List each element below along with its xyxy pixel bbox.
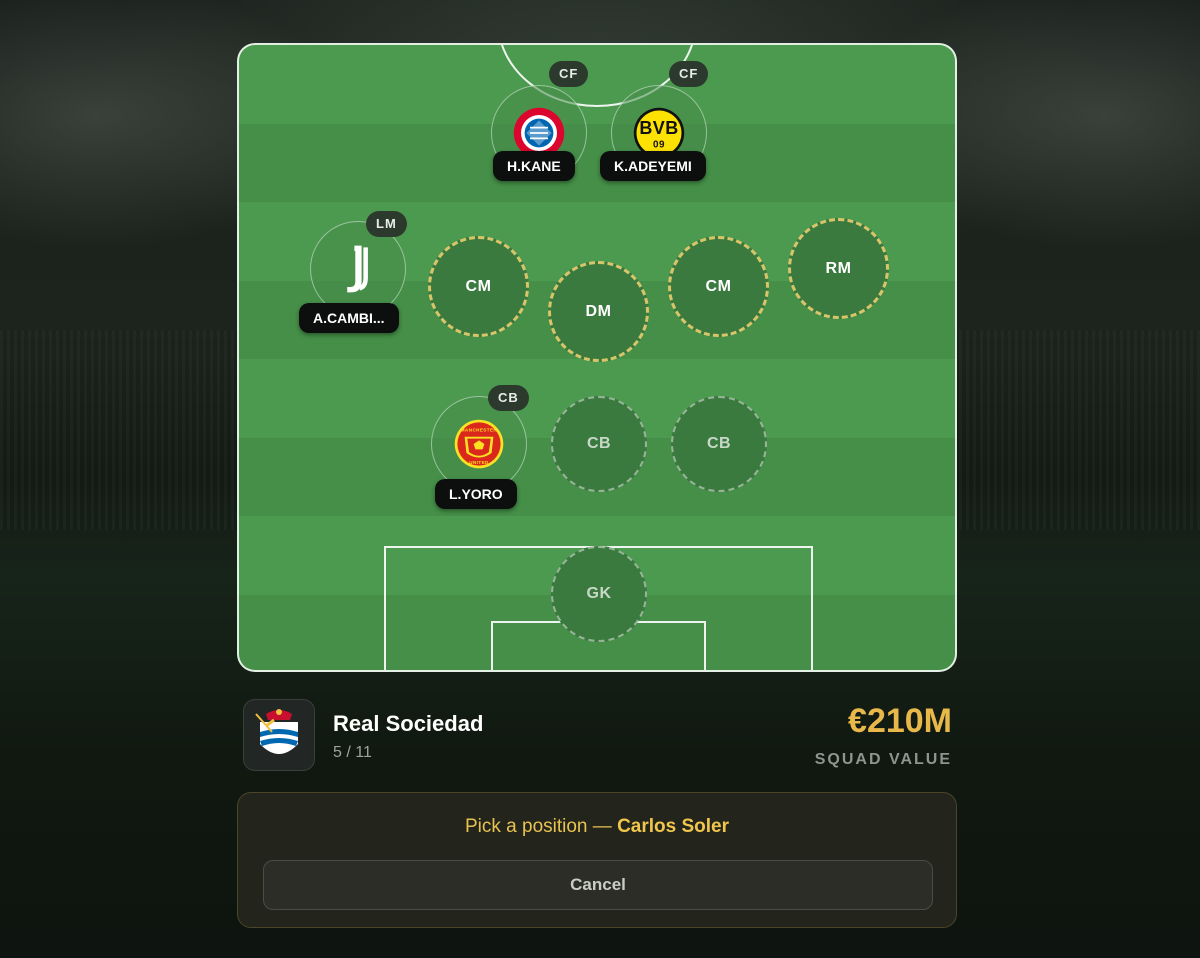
slot-cb-2[interactable]: CB	[551, 396, 647, 492]
slot-cm-2[interactable]: CM	[668, 236, 769, 337]
player-name-tag: H.KANE	[493, 151, 575, 181]
player-name-tag: K.ADEYEMI	[600, 151, 706, 181]
slot-cb-3[interactable]: CB	[671, 396, 767, 492]
position-badge: CF	[549, 61, 589, 87]
pick-position-prompt: Pick a position — Carlos Soler	[238, 816, 956, 838]
player-name-tag: A.CAMBI...	[299, 303, 399, 333]
squad-value-label: SQUAD VALUE	[814, 751, 952, 768]
player-name-tag: L.YORO	[435, 479, 517, 509]
svg-text:BVB: BVB	[639, 118, 678, 138]
slot-cm-1[interactable]: CM	[428, 236, 529, 337]
team-name: Real Sociedad	[333, 711, 484, 736]
pitch: CF H.KANE BVB 09 CF K.ADEYEMI LM A.CAMBI…	[237, 43, 957, 672]
position-badge: CF	[669, 61, 709, 87]
team-logo	[243, 699, 315, 771]
juventus-crest-icon	[347, 245, 368, 293]
squad-count: 5 / 11	[333, 744, 372, 761]
pick-player-name: Carlos Soler	[617, 816, 729, 837]
position-badge: LM	[366, 211, 407, 237]
manchester-united-crest-icon: MANCHESTER UNITED	[454, 419, 504, 469]
pick-position-panel: Pick a position — Carlos Soler Cancel	[237, 792, 957, 928]
svg-text:09: 09	[653, 139, 665, 150]
slot-gk[interactable]: GK	[551, 546, 647, 642]
pick-prompt-prefix: Pick a position —	[464, 816, 618, 837]
squad-value: €210M	[848, 702, 952, 740]
cancel-button[interactable]: Cancel	[263, 860, 933, 910]
slot-rm[interactable]: RM	[788, 218, 889, 319]
svg-text:UNITED: UNITED	[469, 460, 489, 465]
svg-text:MANCHESTER: MANCHESTER	[461, 427, 498, 432]
position-badge: CB	[488, 385, 529, 411]
real-sociedad-crest-icon	[255, 709, 298, 754]
slot-dm[interactable]: DM	[548, 261, 649, 362]
